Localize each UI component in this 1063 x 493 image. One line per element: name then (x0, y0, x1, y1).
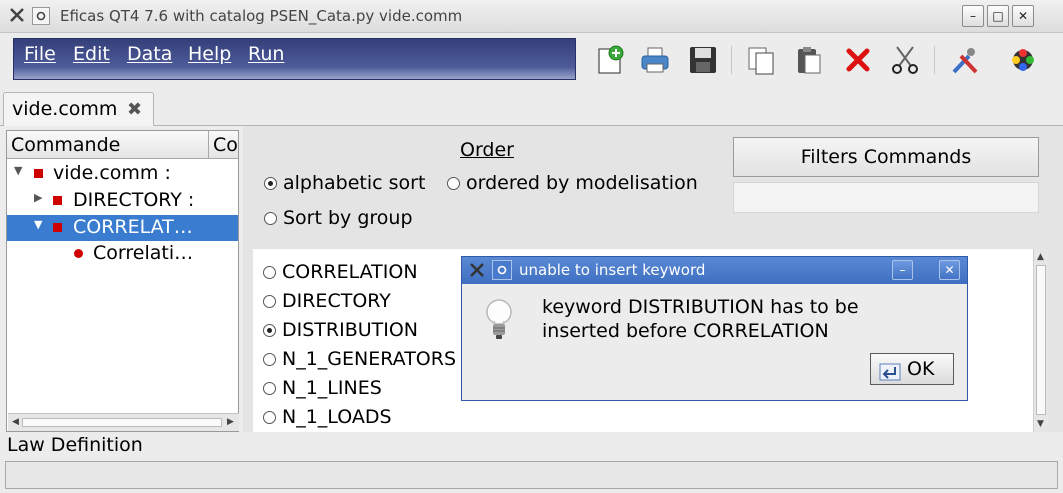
menu-run[interactable]: Run (248, 43, 284, 65)
scroll-left-icon[interactable]: ◀ (12, 417, 19, 427)
lightbulb-icon (484, 297, 514, 343)
command-tree[interactable]: Commande Concept ▼ vide.comm : ▶ DIRECTO… (6, 130, 239, 432)
settings-icon[interactable] (949, 44, 981, 76)
radio-label: Sort by group (283, 207, 413, 229)
close-button[interactable]: ✕ (1012, 5, 1034, 27)
paste-icon[interactable] (793, 44, 825, 76)
copy-icon[interactable] (745, 44, 777, 76)
toolbar-separator (934, 46, 935, 74)
tree-item-vide-comm[interactable]: ▼ vide.comm : (7, 161, 238, 187)
tree-item-correlation[interactable]: ▼ CORRELAT… (7, 215, 238, 241)
tree-item-label: Correlati… (93, 242, 194, 264)
tree-item-directory[interactable]: ▶ DIRECTORY : (7, 188, 238, 214)
app-icon[interactable] (468, 261, 486, 279)
scroll-up-icon[interactable]: ▲ (1037, 252, 1044, 262)
tree-item-label: vide.comm : (53, 162, 171, 184)
radio-alphabetic-sort[interactable]: alphabetic sort (264, 172, 425, 194)
command-marker-icon (53, 223, 62, 232)
dialog-title-bar[interactable]: unable to insert keyword – ✕ (462, 257, 967, 284)
title-bar[interactable]: Eficas QT4 7.6 with catalog PSEN_Cata.py… (0, 0, 1063, 33)
command-item-n-1-lines[interactable]: N_1_LINES (263, 377, 382, 399)
delete-icon[interactable] (842, 44, 874, 76)
keyword-marker-icon (74, 249, 83, 258)
toolbar-separator (731, 46, 732, 74)
window-menu-icon[interactable] (32, 7, 50, 25)
radio-label: alphabetic sort (283, 172, 426, 194)
scroll-down-icon[interactable]: ▼ (1037, 419, 1044, 429)
window-menu-icon[interactable] (492, 260, 512, 280)
radio-indicator[interactable] (264, 177, 277, 190)
dialog-message-line: inserted before CORRELATION (542, 320, 829, 342)
menu-data[interactable]: Data (127, 43, 172, 65)
ok-button[interactable]: OK (870, 353, 954, 385)
order-title: Order (460, 139, 514, 161)
dialog-close-button[interactable]: ✕ (939, 260, 960, 280)
command-item-n-1-loads[interactable]: N_1_LOADS (263, 406, 392, 428)
command-label: N_1_LINES (282, 377, 382, 399)
tree-item-label: CORRELAT… (73, 216, 193, 238)
command-item-distribution[interactable]: DISTRIBUTION (263, 319, 418, 341)
radio-sort-by-group[interactable]: Sort by group (264, 207, 413, 229)
radio-indicator[interactable] (263, 353, 276, 366)
radio-indicator[interactable] (263, 324, 276, 337)
cut-icon[interactable] (889, 44, 921, 76)
scrollbar-thumb[interactable] (1036, 265, 1046, 415)
window-title: Eficas QT4 7.6 with catalog PSEN_Cata.py… (60, 7, 463, 25)
expand-arrow-icon[interactable]: ▼ (14, 164, 22, 177)
radio-indicator[interactable] (447, 177, 460, 190)
scrollbar-thumb[interactable] (22, 418, 222, 427)
dialog-message: keyword DISTRIBUTION has to be inserted … (542, 295, 859, 343)
command-label: CORRELATION (282, 261, 418, 283)
menu-file[interactable]: File (24, 43, 56, 65)
column-header-concept[interactable]: Concept (209, 131, 238, 159)
radio-ordered-by-modelisation[interactable]: ordered by modelisation (447, 172, 698, 194)
horizontal-scrollbar[interactable]: ◀ ▶ (8, 413, 239, 431)
menu-help[interactable]: Help (188, 43, 231, 65)
collapse-arrow-icon[interactable]: ▶ (34, 191, 42, 204)
dialog-title: unable to insert keyword (519, 261, 706, 279)
error-dialog[interactable]: unable to insert keyword – ✕ keyword DIS… (461, 256, 968, 401)
command-label: N_1_LOADS (282, 406, 392, 428)
command-marker-icon (34, 169, 43, 178)
radio-indicator[interactable] (263, 382, 276, 395)
dialog-message-line: keyword DISTRIBUTION has to be (542, 296, 859, 318)
command-item-correlation[interactable]: CORRELATION (263, 261, 418, 283)
status-bar (5, 461, 1058, 489)
print-icon[interactable] (639, 44, 671, 76)
save-icon[interactable] (687, 44, 719, 76)
radio-indicator[interactable] (263, 411, 276, 424)
palette-icon[interactable] (1007, 44, 1039, 76)
close-icon[interactable]: ✖ (127, 99, 142, 120)
command-marker-icon (53, 196, 62, 205)
enter-icon (879, 360, 901, 381)
command-label: DISTRIBUTION (282, 319, 419, 341)
radio-indicator[interactable] (263, 266, 276, 279)
menu-bar: File Edit Data Help Run (13, 38, 576, 80)
menu-edit[interactable]: Edit (73, 43, 110, 65)
ok-label: OK (907, 358, 935, 380)
app-icon[interactable] (8, 7, 26, 25)
command-label: N_1_GENERATORS (282, 348, 457, 370)
radio-indicator[interactable] (263, 295, 276, 308)
maximize-button[interactable]: □ (987, 5, 1009, 27)
filters-commands-button[interactable]: Filters Commands (733, 137, 1039, 177)
command-item-directory[interactable]: DIRECTORY (263, 290, 391, 312)
new-file-icon[interactable] (594, 44, 626, 76)
tree-item-correlation-child[interactable]: Correlati… (7, 241, 238, 267)
radio-label: ordered by modelisation (466, 172, 698, 194)
expand-arrow-icon[interactable]: ▼ (34, 218, 42, 231)
vertical-scrollbar[interactable]: ▲ ▼ (1033, 249, 1049, 432)
filter-input[interactable] (733, 182, 1039, 213)
command-label: DIRECTORY (282, 290, 391, 312)
dialog-minimize-button[interactable]: – (892, 260, 913, 280)
tree-item-label: DIRECTORY : (73, 189, 195, 211)
radio-indicator[interactable] (264, 212, 277, 225)
law-definition-label: Law Definition (7, 434, 143, 456)
column-header-commande[interactable]: Commande (7, 131, 209, 159)
scroll-right-icon[interactable]: ▶ (227, 417, 234, 427)
tab-vide-comm[interactable]: vide.comm ✖ (3, 92, 154, 126)
minimize-button[interactable]: – (962, 5, 984, 27)
command-item-n-1-generators[interactable]: N_1_GENERATORS (263, 348, 456, 370)
tab-label: vide.comm (12, 98, 118, 120)
